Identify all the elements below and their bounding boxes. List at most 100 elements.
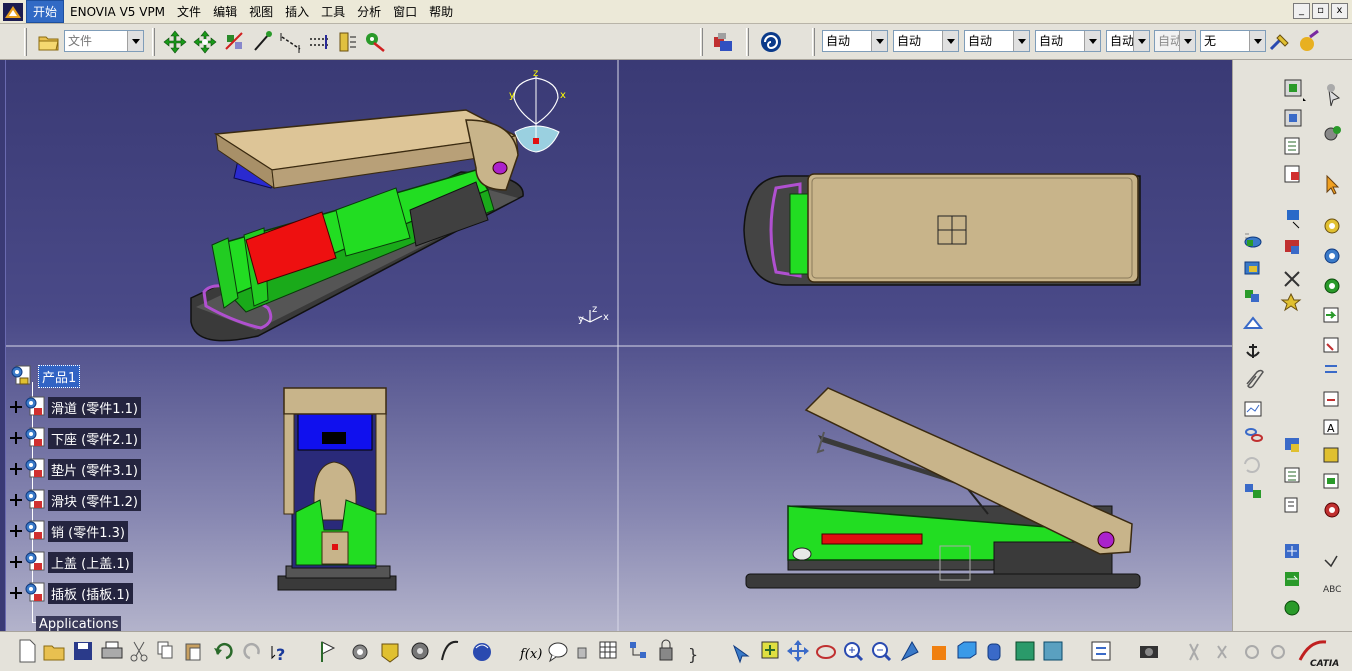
- explode-icon[interactable]: [222, 29, 248, 55]
- star-icon[interactable]: [1280, 292, 1302, 312]
- tree-item[interactable]: 垫片 (零件3.1): [10, 457, 141, 481]
- flag-sketch-icon[interactable]: [321, 641, 336, 662]
- chevron-down-icon[interactable]: [1249, 31, 1265, 51]
- close-button[interactable]: x: [1331, 3, 1348, 19]
- expand-icon[interactable]: [10, 463, 22, 475]
- cog-yellow-icon[interactable]: [1324, 218, 1340, 234]
- minimize-button[interactable]: _: [1293, 3, 1310, 19]
- filter-combo[interactable]: 文件: [64, 30, 144, 52]
- tree-item[interactable]: 上盖 (上盖.1): [10, 550, 133, 574]
- fit-all-icon[interactable]: [761, 641, 779, 659]
- toolbar-grip[interactable]: [700, 28, 703, 56]
- save-icon[interactable]: [74, 642, 92, 660]
- swirl-icon[interactable]: [758, 29, 784, 55]
- manipulate-icon[interactable]: [1285, 544, 1299, 558]
- catalog-icon[interactable]: [710, 29, 736, 55]
- link-icon[interactable]: [1245, 428, 1263, 442]
- catia-logo-icon[interactable]: [2, 2, 24, 22]
- layer-combo[interactable]: 自动: [1106, 30, 1150, 52]
- top-view[interactable]: [743, 173, 1141, 286]
- network-transfer-icon[interactable]: [1091, 641, 1111, 661]
- chevron-down-icon[interactable]: [1084, 31, 1100, 51]
- paste-icon[interactable]: [185, 643, 201, 661]
- normal-view-icon[interactable]: [900, 641, 919, 662]
- toolbar-grip[interactable]: [24, 28, 27, 56]
- rendering-style-combo[interactable]: 无: [1200, 30, 1266, 52]
- isometric-view[interactable]: [190, 109, 524, 342]
- fly-mode-icon[interactable]: [732, 644, 750, 664]
- tree-root-label[interactable]: 产品1: [38, 364, 81, 388]
- open-icon[interactable]: [43, 645, 65, 661]
- list-icon[interactable]: [1284, 497, 1298, 513]
- chevron-down-icon[interactable]: [871, 31, 887, 51]
- expand-icon[interactable]: [10, 494, 22, 506]
- camera-icon[interactable]: [1140, 646, 1158, 658]
- tree-item-label[interactable]: 滑道 (零件1.1): [48, 396, 141, 418]
- menu-help[interactable]: 帮助: [423, 1, 459, 22]
- line-weight-combo[interactable]: 自动: [893, 30, 959, 52]
- annotation-icon[interactable]: [1323, 337, 1339, 353]
- padlock-icon[interactable]: [659, 639, 673, 661]
- render-ball-icon[interactable]: [473, 643, 491, 661]
- constraint-icon[interactable]: [250, 29, 276, 55]
- print-icon[interactable]: [101, 641, 123, 659]
- format-painter-icon[interactable]: [1268, 29, 1294, 55]
- offset-icon[interactable]: [306, 29, 332, 55]
- menu-edit[interactable]: 编辑: [207, 1, 243, 22]
- cog-green-icon[interactable]: [1324, 278, 1340, 294]
- open-folder-icon[interactable]: [36, 29, 62, 55]
- dimension-icon[interactable]: [1323, 391, 1339, 407]
- tree-item[interactable]: 滑块 (零件1.2): [10, 488, 141, 512]
- tree-item-label[interactable]: 滑块 (零件1.2): [48, 489, 141, 511]
- shading-icon[interactable]: [932, 646, 946, 660]
- anchor-icon[interactable]: [1246, 344, 1260, 358]
- gears-icon[interactable]: [1324, 126, 1341, 141]
- menu-window[interactable]: 窗口: [387, 1, 423, 22]
- properties-painter-icon[interactable]: [1296, 29, 1322, 55]
- menu-tools[interactable]: 工具: [315, 1, 351, 22]
- menu-view[interactable]: 视图: [243, 1, 279, 22]
- formula-icon[interactable]: f(x): [519, 647, 542, 662]
- section-icon[interactable]: [1242, 316, 1264, 329]
- tree-item-label[interactable]: 上盖 (上盖.1): [48, 551, 133, 573]
- tree-applications-label[interactable]: Applications: [36, 615, 122, 633]
- tree-item-label[interactable]: 垫片 (零件3.1): [48, 458, 141, 480]
- move-component-icon[interactable]: [1285, 572, 1299, 586]
- network-icon[interactable]: [630, 642, 646, 658]
- gear-parts-icon[interactable]: [352, 644, 368, 660]
- tree-item[interactable]: 插板 (插板.1): [10, 581, 133, 605]
- transform-icon[interactable]: [1285, 240, 1299, 254]
- expand-icon[interactable]: [10, 556, 22, 568]
- fix-component-icon[interactable]: [334, 29, 360, 55]
- abc-icon[interactable]: ABC: [1323, 585, 1341, 595]
- box-icon[interactable]: [1244, 261, 1260, 275]
- tree-item[interactable]: 下座 (零件2.1): [10, 426, 141, 450]
- side-view[interactable]: [745, 387, 1141, 589]
- new-file-icon[interactable]: [19, 639, 36, 663]
- tree-item-label[interactable]: 下座 (零件2.1): [48, 427, 141, 449]
- explode-tool-icon[interactable]: [1287, 210, 1300, 229]
- arrow-right-icon[interactable]: [1323, 307, 1339, 323]
- tree-item-label[interactable]: 销 (零件1.3): [48, 520, 128, 542]
- rotate-icon[interactable]: [816, 645, 836, 659]
- flag-icon[interactable]: [1323, 473, 1339, 489]
- menu-file[interactable]: 文件: [171, 1, 207, 22]
- table-grid-icon[interactable]: [599, 641, 617, 659]
- clash-icon[interactable]: [1245, 290, 1259, 302]
- publish-icon[interactable]: [381, 643, 399, 663]
- tree-item-label[interactable]: 插板 (插板.1): [48, 582, 133, 604]
- cylinder-icon[interactable]: [987, 643, 1001, 661]
- chevron-down-icon[interactable]: [1133, 31, 1149, 51]
- text-icon[interactable]: A: [1323, 419, 1339, 435]
- hide-show-icon[interactable]: [1015, 641, 1035, 661]
- tree-item[interactable]: 滑道 (零件1.1): [10, 395, 141, 419]
- view-cube-icon[interactable]: [957, 641, 977, 659]
- new-component-icon[interactable]: [1284, 109, 1302, 127]
- undo-icon[interactable]: [214, 643, 233, 660]
- expand-icon[interactable]: [10, 432, 22, 444]
- vertex-icon[interactable]: [1324, 555, 1338, 568]
- comment-icon[interactable]: [548, 642, 568, 663]
- lock-icon[interactable]: [577, 647, 587, 659]
- color-combo[interactable]: 自动: [964, 30, 1030, 52]
- new-product-icon[interactable]: [1284, 137, 1300, 155]
